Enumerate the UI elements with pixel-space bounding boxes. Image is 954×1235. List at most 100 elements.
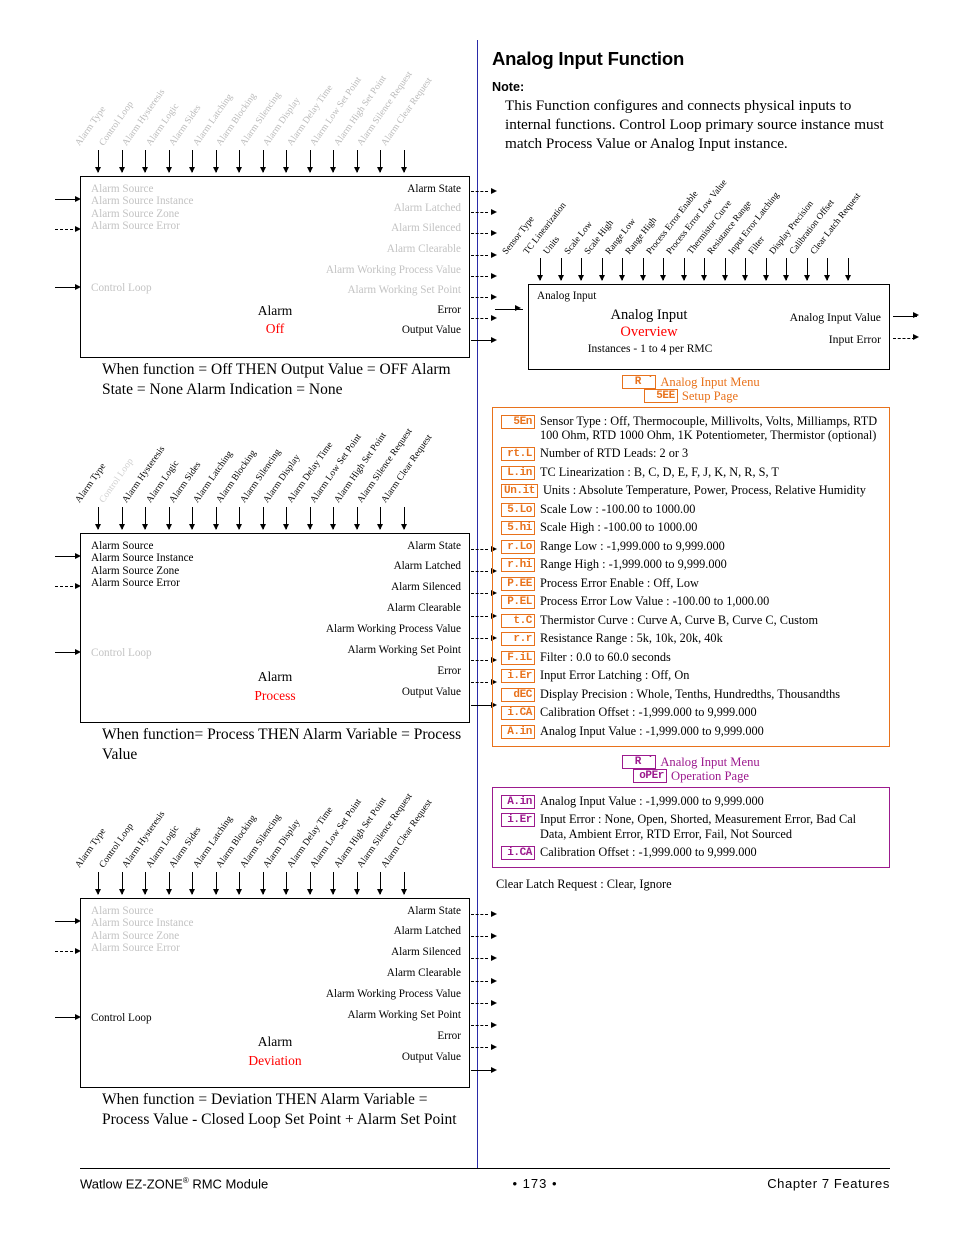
input-arrow	[400, 150, 407, 173]
input-arrow	[283, 150, 289, 173]
alarm-deviation-input-labels: Alarm Type Control Loop Alarm Hysteresis Al…	[74, 774, 470, 872]
block-input-arrow-solid	[55, 917, 81, 924]
parameter-description: TC Linearization : B, C, D, E, F, J, K, …	[540, 464, 779, 479]
output-arrow-7	[471, 1043, 497, 1050]
output-analog-input-value: Analog Input Value	[789, 310, 881, 324]
alarm-deviation-inputs: Alarm Source Alarm Source Instance Alarm…	[91, 905, 194, 955]
setup-parameter-list: 5En Sensor Type : Off, Thermocouple, Mill…	[492, 406, 890, 747]
block-input-arrow-dashed	[55, 582, 81, 589]
alarm-off-block-title: Alarm	[257, 303, 293, 318]
analog-input-arrow	[803, 257, 810, 281]
parameter-row: i.Er Input Error Latching : Off, On	[501, 668, 881, 684]
alarm-process-input-labels: Alarm Type Control Loop Alarm Hysteresis Al…	[74, 409, 470, 507]
parameter-code: i.CA	[501, 706, 535, 721]
analog-input-label: Units	[541, 233, 562, 256]
parameter-description: Range Low : -1,999.000 to 9,999.000	[540, 538, 725, 553]
parameter-description: Analog Input Value : -1,999.000 to 9,999…	[540, 793, 764, 808]
parameter-description: Filter : 0.0 to 60.0 seconds	[540, 649, 671, 664]
parameter-code: A.in	[501, 794, 535, 809]
parameter-code: A.in	[501, 724, 535, 739]
input-arrow	[330, 150, 336, 173]
input-arrow	[95, 872, 101, 895]
output-alarm-working-process-value: Alarm Working Process Value	[325, 623, 461, 635]
setup-menu-code: R ˙	[622, 374, 657, 389]
note-body: This Function configures and connects ph…	[505, 97, 884, 153]
parameter-description: Analog Input Value : -1,999.000 to 9,999…	[540, 723, 764, 738]
input-arrow	[142, 150, 148, 173]
input-arrow	[377, 150, 383, 173]
output-alarm-clearable: Alarm Clearable	[386, 967, 461, 979]
output-alarm-silenced: Alarm Silenced	[391, 581, 461, 593]
parameter-code: i.CA	[501, 845, 535, 860]
parameter-description: Process Error Low Value : -100.00 to 1,0…	[540, 594, 770, 609]
block-input-arrow-dashed	[55, 947, 81, 954]
analog-block-instances: Instances - 1 to 4 per RMC	[587, 342, 713, 355]
parameter-row: P.EL Process Error Low Value : -100.00 to…	[501, 594, 881, 610]
input-arrow	[236, 150, 242, 173]
alarm-off-input-arrows	[80, 150, 470, 176]
analog-input-arrow	[598, 257, 605, 281]
output-alarm-working-set-point: Alarm Working Set Point	[347, 644, 461, 656]
analog-block-title: Analog Input	[610, 306, 688, 323]
analog-block-input-arrow	[495, 305, 523, 312]
parameter-code: 5En	[501, 414, 535, 429]
input-control-loop: Control Loop	[91, 1012, 152, 1024]
right-column: Analog Input Function Note: This Functio…	[492, 48, 919, 892]
parameter-row: A.in Analog Input Value : -1,999.000 to 9…	[501, 794, 881, 809]
block-input-arrow-control-loop	[55, 648, 81, 655]
block-input-arrow-solid	[55, 552, 81, 559]
analog-input-arrow	[742, 257, 748, 281]
analog-input-arrow	[824, 257, 830, 281]
input-arrow	[118, 872, 125, 895]
page-title: Analog Input Function	[492, 48, 685, 69]
parameter-code: i.Er	[501, 813, 535, 828]
setup-menu-label: Analog Input Menu	[660, 374, 760, 389]
input-arrow	[306, 150, 313, 173]
analog-block-input-label: Analog Input	[537, 289, 597, 302]
operation-menu-header: R ˙ Analog Input Menu oPEr Operation Pag…	[492, 754, 890, 783]
input-arrow	[118, 507, 125, 530]
footer-page-number: • 173 •	[512, 1176, 558, 1192]
analog-output-arrow-value	[893, 312, 919, 319]
input-arrow	[353, 872, 360, 895]
setup-page-label: Setup Page	[681, 388, 739, 403]
parameter-description: Scale Low : -100.00 to 1000.00	[540, 501, 696, 516]
parameter-row: t.C Thermistor Curve : Curve A, Curve B, …	[501, 613, 881, 628]
parameter-description: Sensor Type : Off, Thermocouple, Millivo…	[540, 413, 878, 443]
input-arrow	[165, 507, 172, 530]
parameter-description: Process Error Enable : Off, Low	[540, 575, 699, 590]
page-footer: Watlow EZ-ZONE® RMC Module • 173 • Chapt…	[80, 1176, 890, 1191]
alarm-off-input-labels: Alarm Type Control Loop Alarm Hysteresis Al…	[74, 52, 470, 150]
analog-input-arrows	[528, 257, 890, 284]
parameter-description: Resistance Range : 5k, 10k, 20k, 40k	[540, 631, 723, 646]
parameter-row: 5.hi Scale High : -100.00 to 1000.00	[501, 520, 881, 536]
parameter-row: L.in TC Linearization : B, C, D, E, F, J,…	[501, 465, 881, 480]
input-control-loop: Control Loop	[91, 647, 152, 659]
parameter-code: r.r	[501, 632, 535, 647]
block-input-arrow-dashed	[55, 225, 81, 232]
footer-product-tail: RMC Module	[188, 1176, 269, 1192]
input-arrow	[189, 507, 195, 530]
output-alarm-state: Alarm State	[407, 905, 461, 917]
alarm-process-input-arrows	[80, 507, 470, 533]
parameter-description: Thermistor Curve : Curve A, Curve B, Cur…	[540, 612, 819, 627]
alarm-deviation-block: Alarm Source Alarm Source Instance Alarm…	[55, 898, 497, 1088]
footer-product: Watlow EZ-ZONE® RMC Module	[80, 1176, 410, 1191]
analog-input-arrow	[639, 257, 646, 281]
analog-input-labels: Sensor Type TC Linearization Units Scale Lo…	[492, 166, 890, 258]
parameter-description: Range High : -1,999.000 to 9,999.000	[540, 557, 727, 572]
alarm-deviation-caption: When function = Deviation THEN Alarm Var…	[102, 1091, 457, 1128]
input-arrow	[377, 507, 383, 530]
analog-input-arrow	[762, 257, 769, 281]
parameter-description: Display Precision : Whole, Tenths, Hundr…	[540, 686, 841, 701]
input-arrow	[189, 150, 195, 173]
output-alarm-state: Alarm State	[407, 183, 461, 195]
input-arrow	[189, 872, 195, 895]
block-input-arrow-control-loop	[55, 1013, 81, 1020]
output-input-error: Input Error	[828, 332, 881, 346]
parameter-description: Calibration Offset : -1,999.000 to 9,999…	[540, 705, 757, 720]
setup-menu-header: R ˙ Analog Input Menu 5EE Setup Page	[492, 374, 890, 403]
output-alarm-clearable: Alarm Clearable	[386, 602, 461, 614]
parameter-row: i.CA Calibration Offset : -1,999.000 to 9…	[501, 845, 881, 860]
operation-menu-code: R ˙	[622, 754, 657, 769]
